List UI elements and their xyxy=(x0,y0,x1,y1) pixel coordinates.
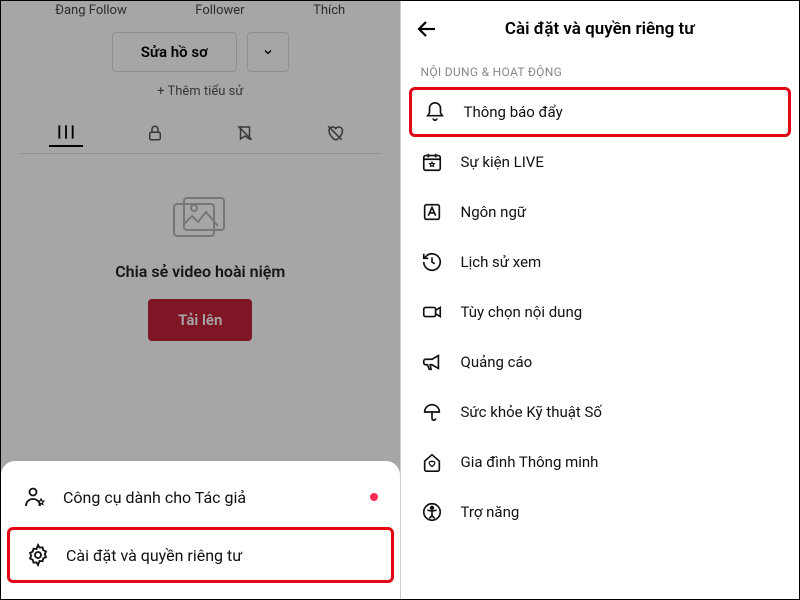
profile-screen: Đang Follow Follower Thích Sửa hồ sơ + T… xyxy=(1,1,401,599)
video-icon xyxy=(421,301,443,323)
bottom-sheet: Công cụ dành cho Tác giả Cài đặt và quyề… xyxy=(1,461,400,599)
bell-icon xyxy=(424,101,446,123)
history-icon xyxy=(421,251,443,273)
notification-dot xyxy=(370,493,378,501)
setting-accessibility-label: Trợ năng xyxy=(461,503,520,521)
setting-push-notifications[interactable]: Thông báo đẩy xyxy=(409,87,792,137)
home-heart-icon xyxy=(421,451,443,473)
section-header: NỘI DUNG & HOẠT ĐỘNG xyxy=(401,61,800,87)
settings-header: Cài đặt và quyền riêng tư xyxy=(401,1,800,61)
sheet-settings[interactable]: Cài đặt và quyền riêng tư xyxy=(7,527,394,583)
language-icon xyxy=(421,201,443,223)
person-star-icon xyxy=(23,485,47,509)
sheet-settings-label: Cài đặt và quyền riêng tư xyxy=(66,546,242,565)
setting-family-label: Gia đình Thông minh xyxy=(461,453,599,471)
accessibility-icon xyxy=(421,501,443,523)
setting-content-preferences[interactable]: Tùy chọn nội dung xyxy=(401,287,800,337)
setting-digital-wellbeing[interactable]: Sức khỏe Kỹ thuật Số xyxy=(401,387,800,437)
setting-language[interactable]: Ngôn ngữ xyxy=(401,187,800,237)
setting-watch-history[interactable]: Lịch sử xem xyxy=(401,237,800,287)
setting-content-label: Tùy chọn nội dung xyxy=(461,303,583,321)
settings-screen: Cài đặt và quyền riêng tư NỘI DUNG & HOẠ… xyxy=(401,1,800,599)
gear-icon xyxy=(26,543,50,567)
sheet-creator-label: Công cụ dành cho Tác giả xyxy=(63,488,246,507)
setting-family-pairing[interactable]: Gia đình Thông minh xyxy=(401,437,800,487)
settings-title: Cài đặt và quyền riêng tư xyxy=(413,19,788,39)
setting-language-label: Ngôn ngữ xyxy=(461,203,527,221)
setting-push-label: Thông báo đẩy xyxy=(464,103,563,121)
sheet-creator-tools[interactable]: Công cụ dành cho Tác giả xyxy=(1,469,400,525)
setting-live-events[interactable]: Sự kiện LIVE xyxy=(401,137,800,187)
setting-accessibility[interactable]: Trợ năng xyxy=(401,487,800,537)
setting-wellbeing-label: Sức khỏe Kỹ thuật Số xyxy=(461,403,602,421)
calendar-star-icon xyxy=(421,151,443,173)
setting-live-label: Sự kiện LIVE xyxy=(461,153,544,171)
setting-ads-label: Quảng cáo xyxy=(461,353,533,371)
umbrella-icon xyxy=(421,401,443,423)
megaphone-icon xyxy=(421,351,443,373)
setting-ads[interactable]: Quảng cáo xyxy=(401,337,800,387)
setting-history-label: Lịch sử xem xyxy=(461,253,542,271)
